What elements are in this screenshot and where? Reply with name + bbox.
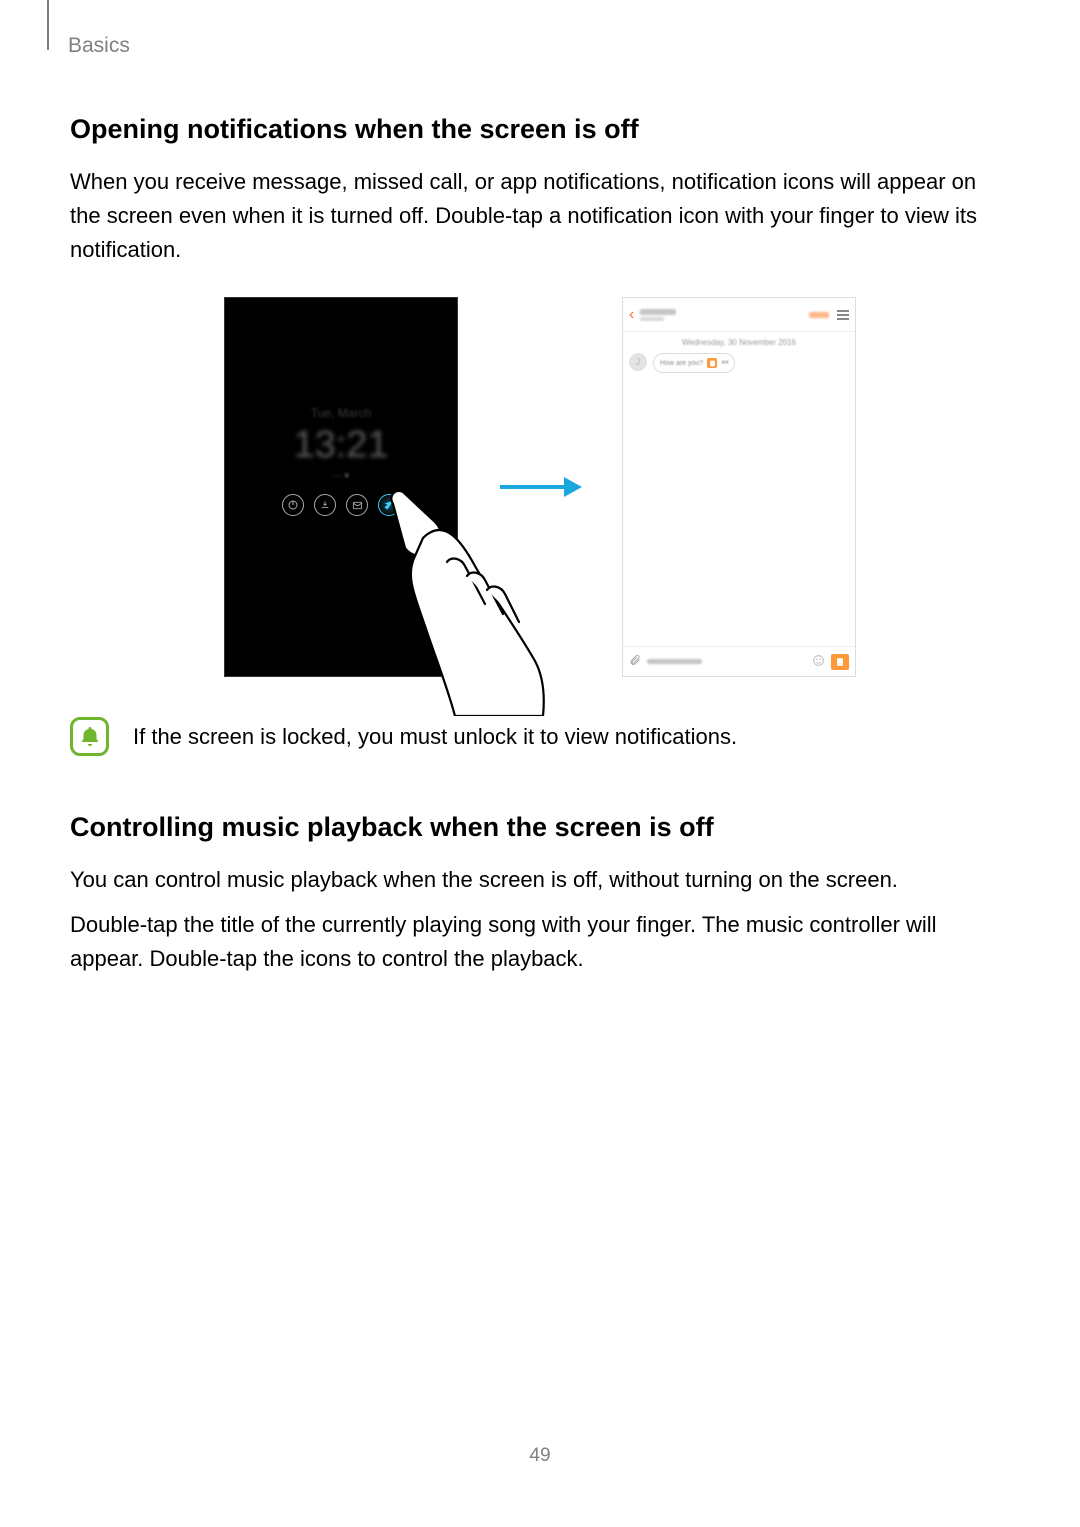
section-heading-2: Controlling music playback when the scre… [70, 810, 1010, 845]
missed-call-icon [314, 494, 336, 516]
message-icon [346, 494, 368, 516]
lock-date-text: — ■ [225, 470, 457, 480]
section-heading-1: Opening notifications when the screen is… [70, 112, 1010, 147]
attachment-badge-icon [707, 358, 717, 368]
avatar-icon: J [629, 353, 647, 371]
hand-illustration [385, 486, 545, 716]
send-icon [831, 654, 849, 670]
section-paragraph-1: When you receive message, missed call, o… [70, 165, 1010, 267]
lock-day-text: Tue, March [225, 406, 457, 420]
section2-paragraph-2: Double-tap the title of the currently pl… [70, 908, 1010, 976]
menu-icon [837, 310, 849, 320]
emoji-icon [812, 654, 825, 670]
attach-icon [629, 654, 641, 669]
note-text: If the screen is locked, you must unlock… [133, 720, 737, 753]
breadcrumb: Basics [68, 34, 130, 58]
lock-screen-illustration: Tue, March 13:21 — ■ [224, 297, 458, 677]
lock-time-text: 13:21 [225, 424, 457, 467]
power-icon [282, 494, 304, 516]
bell-note-icon [70, 717, 109, 756]
arrow-icon [498, 472, 582, 502]
back-icon: ‹ [629, 306, 634, 324]
chat-date: Wednesday, 30 November 2016 [623, 332, 855, 353]
page-number: 49 [0, 1445, 1080, 1467]
section2-paragraph-1: You can control music playback when the … [70, 863, 1010, 897]
notification-icon-highlighted [378, 494, 400, 516]
instruction-figure: Tue, March 13:21 — ■ [70, 297, 1010, 677]
messaging-app-illustration: ‹ Wednesday, 30 November 2016 J How are … [622, 297, 856, 677]
chat-bubble: How are you? ■■ [653, 353, 735, 373]
